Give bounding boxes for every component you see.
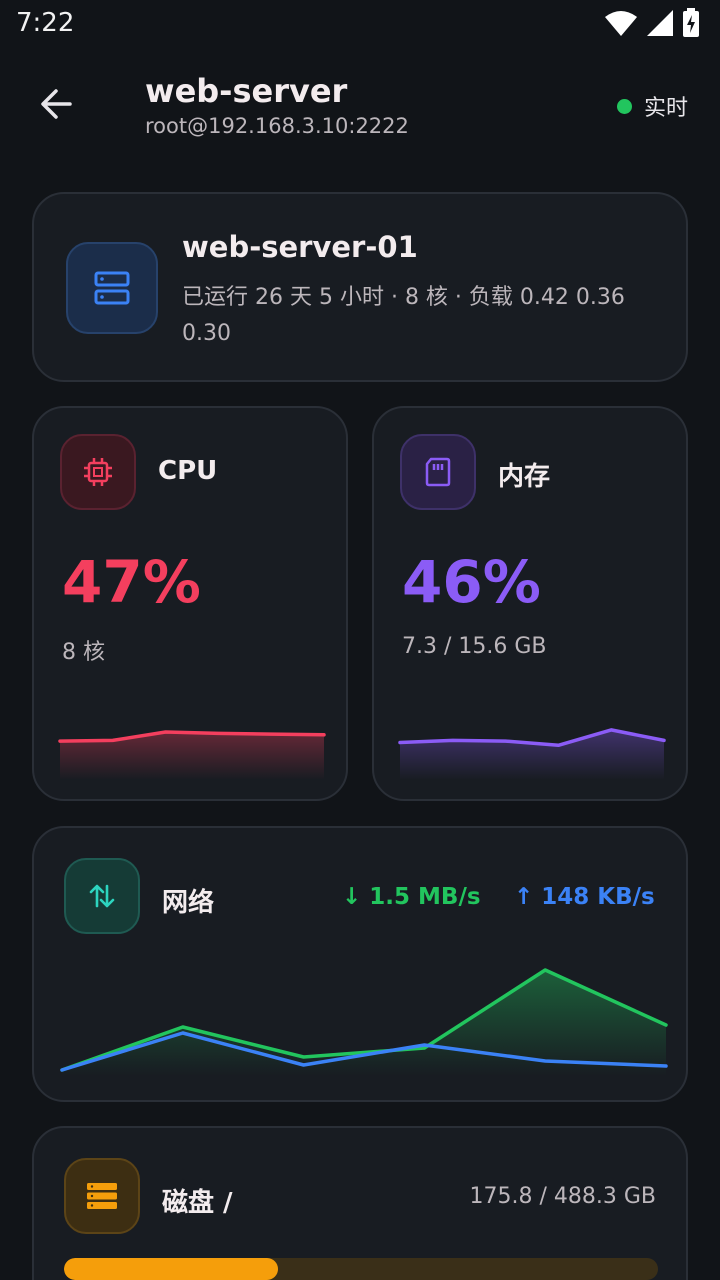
- cpu-icon: [84, 458, 112, 486]
- server-icon: [94, 271, 130, 305]
- wifi-icon: [605, 11, 637, 36]
- server-name: web-server-01: [182, 230, 418, 264]
- download-series-area: [62, 970, 666, 1076]
- battery-charging-icon: [683, 8, 699, 37]
- clock: 7:22: [16, 8, 75, 38]
- transfer-arrows-icon: [89, 884, 115, 908]
- live-label: 实时: [643, 96, 688, 121]
- cpu-value: 47%: [62, 548, 201, 616]
- network-label: 网络: [162, 888, 215, 918]
- status-bar: 7:22: [0, 0, 720, 50]
- memory-card-icon: [425, 457, 451, 487]
- cpu-label: CPU: [158, 456, 218, 486]
- memory-value: 46%: [402, 548, 541, 616]
- status-icons: [604, 8, 700, 38]
- connection-address: root@192.168.3.10:2222: [145, 114, 409, 138]
- network-icon-box: [64, 858, 140, 934]
- server-summary-card: web-server-01 已运行 26 天 5 小时 · 8 核 · 负载 0…: [32, 192, 688, 382]
- download-rate: ↓ 1.5 MB/s: [342, 884, 481, 910]
- signal-icon: [647, 10, 673, 36]
- app-header: web-server root@192.168.3.10:2222 实时: [0, 62, 720, 152]
- cpu-cores: 8 核: [62, 640, 105, 665]
- disk-card[interactable]: 磁盘 / 175.8 / 488.3 GB: [32, 1126, 688, 1280]
- memory-label: 内存: [498, 462, 551, 492]
- disk-icon-box: [64, 1158, 140, 1234]
- network-chart: [60, 968, 668, 1076]
- arrow-left-icon: [41, 89, 72, 119]
- network-card[interactable]: 网络 ↓ 1.5 MB/s ↑ 148 KB/s: [32, 826, 688, 1102]
- server-info: 已运行 26 天 5 小时 · 8 核 · 负载 0.42 0.36 0.30: [182, 285, 625, 346]
- upload-rate: ↑ 148 KB/s: [514, 884, 655, 910]
- memory-sparkline: [398, 728, 666, 780]
- disk-usage-bar: [64, 1258, 658, 1280]
- cpu-icon-box: [60, 434, 136, 510]
- cpu-card[interactable]: CPU 47% 8 核: [32, 406, 348, 801]
- live-indicator: 实时: [616, 90, 688, 122]
- memory-usage: 7.3 / 15.6 GB: [402, 634, 547, 659]
- memory-series-area: [400, 729, 664, 780]
- back-button[interactable]: [32, 80, 80, 128]
- disk-usage: 175.8 / 488.3 GB: [469, 1184, 657, 1209]
- live-dot: [616, 98, 632, 114]
- disk-stack-icon: [87, 1183, 117, 1209]
- server-icon-box: [66, 242, 158, 334]
- disk-label: 磁盘 /: [162, 1188, 233, 1218]
- cpu-sparkline: [58, 730, 326, 780]
- memory-card[interactable]: 内存 46% 7.3 / 15.6 GB: [372, 406, 688, 801]
- memory-icon-box: [400, 434, 476, 510]
- page-title: web-server: [145, 72, 348, 110]
- disk-usage-fill: [64, 1258, 278, 1280]
